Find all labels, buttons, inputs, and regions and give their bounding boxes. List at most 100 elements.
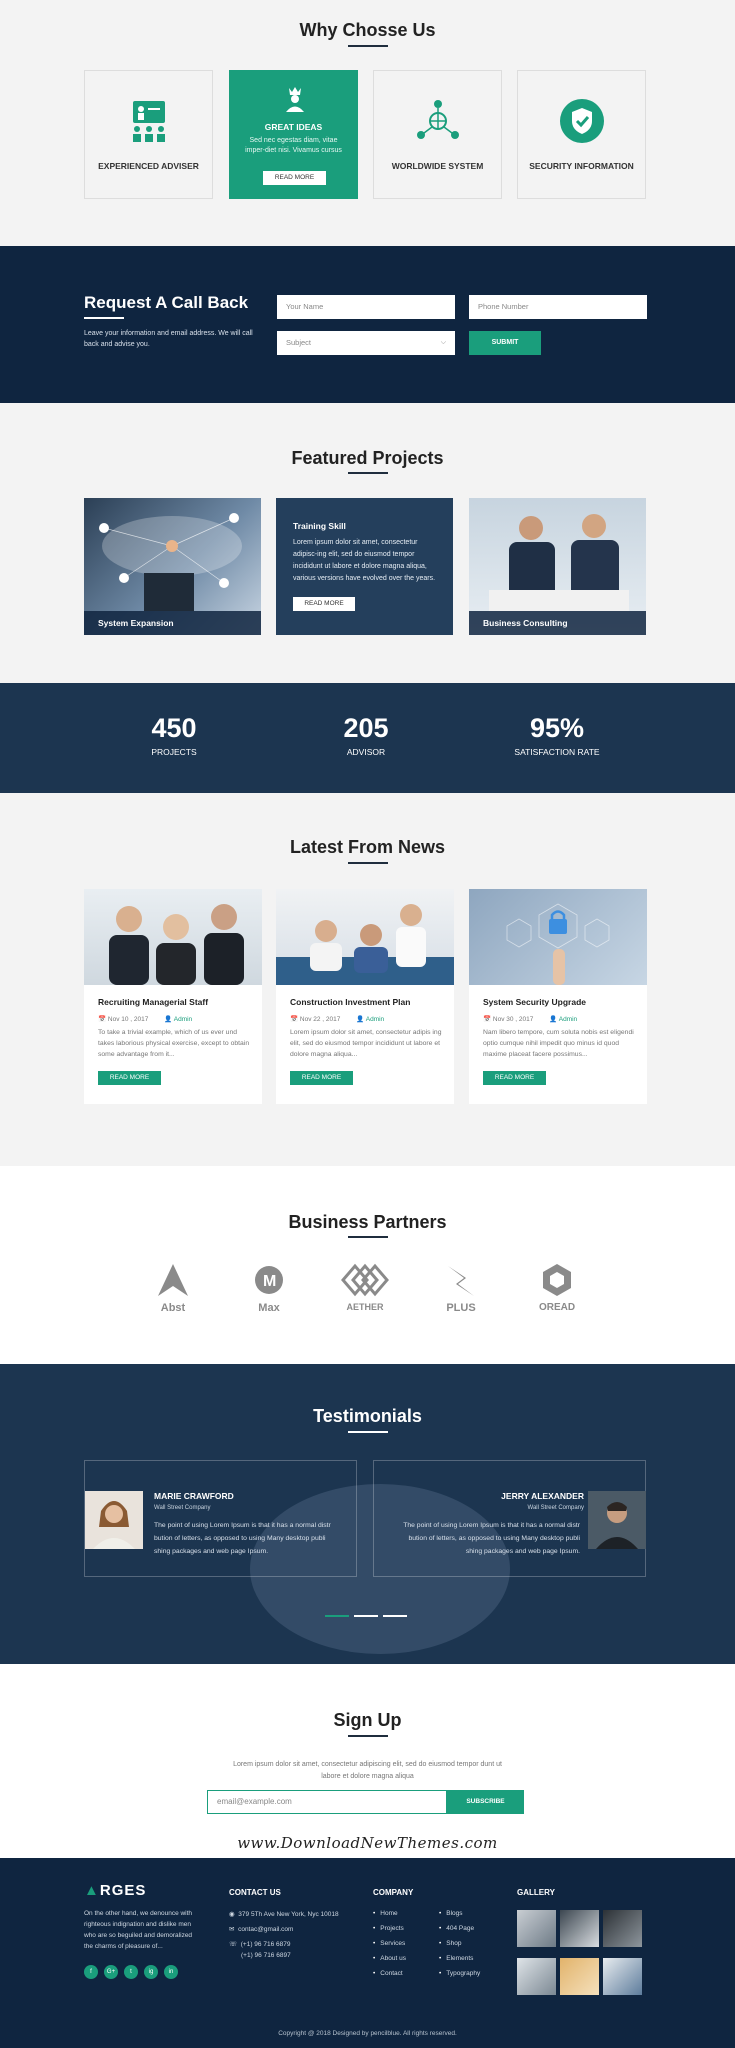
- crown-person-icon: [286, 87, 304, 112]
- stat-label: ADVISOR: [346, 747, 386, 757]
- feature-card-security[interactable]: SECURITY INFORMATION: [517, 70, 646, 199]
- subscribe-button[interactable]: SUBSCRIBE: [447, 1790, 524, 1814]
- watermark-text: www.DownloadNewThemes.com: [237, 1834, 498, 1852]
- network-icon: [417, 100, 459, 139]
- instagram-icon[interactable]: ig: [144, 1965, 158, 1979]
- read-more-button[interactable]: READ MORE: [293, 597, 355, 611]
- news-image: [469, 889, 647, 985]
- gallery-thumb[interactable]: [603, 1910, 642, 1947]
- partner-logo-oread[interactable]: OREAD: [522, 1260, 592, 1320]
- project-card-consulting[interactable]: Business Consulting: [469, 498, 646, 635]
- google-plus-icon[interactable]: G+: [104, 1965, 118, 1979]
- footer-link-typography[interactable]: Typography: [439, 1970, 480, 1977]
- subject-select[interactable]: Subject ⌵: [277, 331, 455, 355]
- facebook-icon[interactable]: f: [84, 1965, 98, 1979]
- project-card-training[interactable]: Training Skill Lorem ipsum dolor sit ame…: [276, 498, 453, 635]
- news-date: Nov 10 , 2017: [107, 1016, 149, 1023]
- submit-button[interactable]: SUBMIT: [469, 331, 541, 355]
- carousel-dot[interactable]: [325, 1615, 349, 1617]
- email-field[interactable]: email@example.com: [207, 1790, 447, 1814]
- feature-card-worldwide[interactable]: WORLDWIDE SYSTEM: [373, 70, 502, 199]
- name-field[interactable]: Your Name: [277, 295, 455, 319]
- linkedin-icon[interactable]: in: [164, 1965, 178, 1979]
- title-underline: [348, 1431, 388, 1433]
- oread-logo-icon: [543, 1264, 571, 1296]
- news-author[interactable]: 👤 Admin: [164, 1016, 192, 1023]
- gallery-thumb[interactable]: [517, 1958, 556, 1995]
- news-title[interactable]: System Security Upgrade: [483, 997, 586, 1007]
- footer-link-blogs[interactable]: Blogs: [439, 1910, 462, 1917]
- stat-label: PROJECTS: [151, 747, 197, 757]
- plus-logo-icon: [448, 1266, 474, 1296]
- partner-logo-max[interactable]: M Max: [234, 1260, 304, 1320]
- gallery-thumb[interactable]: [517, 1910, 556, 1947]
- news-title[interactable]: Construction Investment Plan: [290, 997, 410, 1007]
- twitter-icon[interactable]: t: [124, 1965, 138, 1979]
- read-more-button[interactable]: READ MORE: [98, 1071, 161, 1085]
- news-description: Lorem ipsum dolor sit amet, consectetur …: [290, 1029, 442, 1058]
- news-card[interactable]: Construction Investment Plan 📅 Nov 22 , …: [276, 889, 454, 1104]
- footer-link-about[interactable]: About us: [373, 1955, 406, 1962]
- gallery-heading: GALLERY: [517, 1888, 555, 1897]
- news-meta: 📅 Nov 10 , 2017 👤 Admin: [98, 1015, 192, 1023]
- title-underline: [348, 862, 388, 864]
- featured-projects-section: Featured Projects System Expansion Train…: [0, 403, 735, 683]
- shield-check-icon: [560, 99, 604, 143]
- feature-label: GREAT IDEAS: [264, 122, 323, 132]
- news-image: [84, 889, 262, 985]
- news-author[interactable]: 👤 Admin: [549, 1016, 577, 1023]
- phone-field[interactable]: Phone Number: [469, 295, 647, 319]
- partner-name: Max: [258, 1302, 280, 1314]
- stat-value: 450: [151, 713, 197, 743]
- title-underline: [348, 472, 388, 474]
- news-card[interactable]: System Security Upgrade 📅 Nov 30 , 2017 …: [469, 889, 647, 1104]
- feature-card-adviser[interactable]: EXPERIENCED ADVISER: [84, 70, 213, 199]
- project-caption: System Expansion: [84, 611, 261, 635]
- footer-link-services[interactable]: Services: [373, 1940, 405, 1947]
- news-description: To take a trivial example, which of us e…: [98, 1029, 250, 1058]
- section-title: Sign Up: [333, 1710, 402, 1730]
- contact-heading: CONTACT US: [229, 1888, 281, 1897]
- stat-value: 205: [343, 713, 389, 743]
- carousel-dot[interactable]: [383, 1615, 407, 1617]
- world-network-image: [99, 513, 242, 611]
- footer-logo[interactable]: ▲RGES: [84, 1882, 146, 1899]
- testimonial-company: Wall Street Company: [527, 1505, 584, 1511]
- stats-section: 450 PROJECTS 205 ADVISOR 95% SATISFACTIO…: [0, 683, 735, 793]
- section-title: Latest From News: [289, 837, 446, 857]
- gallery-thumb[interactable]: [560, 1958, 599, 1995]
- signup-section: Sign Up Lorem ipsum dolor sit amet, cons…: [0, 1664, 735, 1858]
- carousel-dot[interactable]: [354, 1615, 378, 1617]
- partner-logo-abst[interactable]: Abst: [138, 1260, 208, 1320]
- news-title[interactable]: Recruiting Managerial Staff: [98, 997, 208, 1007]
- footer-link-home[interactable]: Home: [373, 1910, 397, 1917]
- footer-link-shop[interactable]: Shop: [439, 1940, 461, 1947]
- news-card[interactable]: Recruiting Managerial Staff 📅 Nov 10 , 2…: [84, 889, 262, 1104]
- gallery-thumb[interactable]: [603, 1958, 642, 1995]
- calendar-icon: 📅: [98, 1016, 107, 1023]
- partner-name: Abst: [160, 1302, 186, 1314]
- partner-logo-plus[interactable]: PLUS: [426, 1260, 496, 1320]
- stat-value: 95%: [529, 713, 585, 743]
- read-more-button[interactable]: READ MORE: [290, 1071, 353, 1085]
- feature-card-ideas[interactable]: GREAT IDEAS Sed nec egestas diam, vitae …: [229, 70, 358, 199]
- partner-logo-aether[interactable]: AETHER: [330, 1260, 400, 1320]
- section-title: Testimonials: [313, 1406, 422, 1426]
- read-more-button[interactable]: READ MORE: [263, 171, 326, 185]
- read-more-button[interactable]: READ MORE: [483, 1071, 546, 1085]
- stat-satisfaction: 95% SATISFACTION RATE: [467, 713, 647, 757]
- footer: ▲RGES On the other hand, we denounce wit…: [0, 1858, 735, 2048]
- footer-link-contact[interactable]: Contact: [373, 1970, 402, 1977]
- section-title: Business Partners: [288, 1212, 447, 1232]
- gallery-thumb[interactable]: [560, 1910, 599, 1947]
- email-line[interactable]: ✉ contac@gmail.com: [229, 1925, 293, 1933]
- footer-link-elements[interactable]: Elements: [439, 1955, 473, 1962]
- footer-link-404[interactable]: 404 Page: [439, 1925, 474, 1932]
- project-card-system[interactable]: System Expansion: [84, 498, 261, 635]
- footer-link-projects[interactable]: Projects: [373, 1925, 403, 1932]
- feature-label: SECURITY INFORMATION: [529, 161, 634, 171]
- title-underline: [84, 317, 124, 319]
- news-author[interactable]: 👤 Admin: [356, 1016, 384, 1023]
- footer-about: On the other hand, we denounce with righ…: [84, 1910, 193, 1950]
- map-pin-icon: ◉: [229, 1911, 235, 1918]
